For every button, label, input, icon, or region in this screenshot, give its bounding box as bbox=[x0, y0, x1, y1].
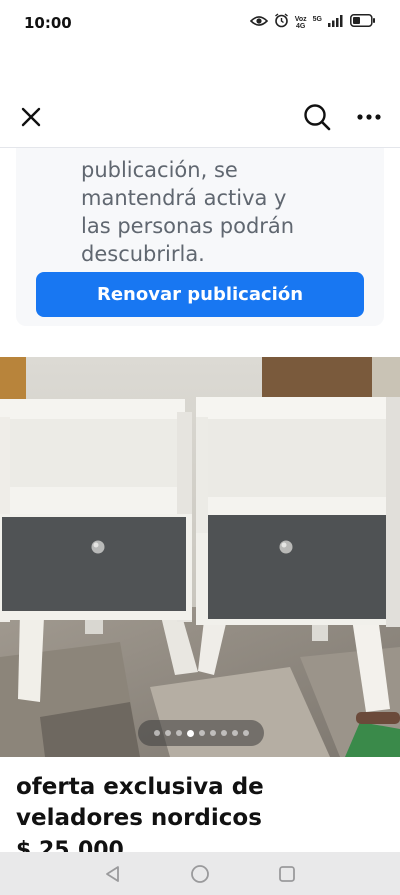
network-bottom: 4G bbox=[296, 23, 306, 30]
renew-text-line3: las personas podrán bbox=[81, 214, 295, 238]
recents-icon[interactable] bbox=[272, 859, 302, 889]
renew-text-line2: mantendrá activa y bbox=[81, 186, 287, 210]
network-label: Voz 4G bbox=[295, 16, 307, 30]
renew-text-line4: descubrirla. bbox=[81, 242, 205, 266]
signal-icon bbox=[328, 14, 344, 32]
gallery-dot[interactable] bbox=[164, 730, 171, 736]
network-gen: 5G bbox=[312, 16, 322, 23]
status-icons: Voz 4G 5G bbox=[249, 13, 376, 33]
back-icon[interactable] bbox=[98, 859, 128, 889]
gallery-dot[interactable] bbox=[209, 730, 216, 736]
gallery-dot[interactable] bbox=[242, 730, 249, 736]
gallery-dot-active[interactable] bbox=[186, 729, 194, 737]
gallery-dots[interactable] bbox=[138, 720, 264, 746]
network-gen-label: 5G bbox=[313, 16, 322, 30]
status-bar: 10:00 Voz 4G 5G bbox=[0, 0, 400, 46]
listing-title: oferta exclusiva de veladores nordicos bbox=[16, 774, 264, 831]
top-app-bar bbox=[0, 94, 400, 140]
gallery-dot[interactable] bbox=[153, 730, 160, 736]
listing-photo[interactable] bbox=[0, 357, 400, 757]
gallery-dot[interactable] bbox=[198, 730, 205, 736]
renew-text-line1: publicación, se bbox=[81, 158, 238, 182]
system-nav-bar bbox=[0, 852, 400, 895]
battery-icon bbox=[350, 14, 376, 32]
renew-card-text: publicación, se mantendrá activa y las p… bbox=[81, 156, 341, 268]
more-icon[interactable] bbox=[354, 102, 384, 132]
eye-icon bbox=[249, 14, 268, 32]
gallery-dot[interactable] bbox=[175, 730, 182, 736]
close-icon[interactable] bbox=[16, 102, 46, 132]
renew-publication-button[interactable]: Renovar publicación bbox=[36, 272, 364, 317]
status-time: 10:00 bbox=[24, 14, 72, 32]
alarm-icon bbox=[274, 13, 289, 33]
gallery-dot[interactable] bbox=[220, 730, 227, 736]
search-icon[interactable] bbox=[302, 102, 332, 132]
network-top: Voz bbox=[294, 16, 307, 23]
gallery-dot[interactable] bbox=[231, 730, 238, 736]
nightstands-photo bbox=[0, 357, 400, 757]
home-icon[interactable] bbox=[185, 859, 215, 889]
